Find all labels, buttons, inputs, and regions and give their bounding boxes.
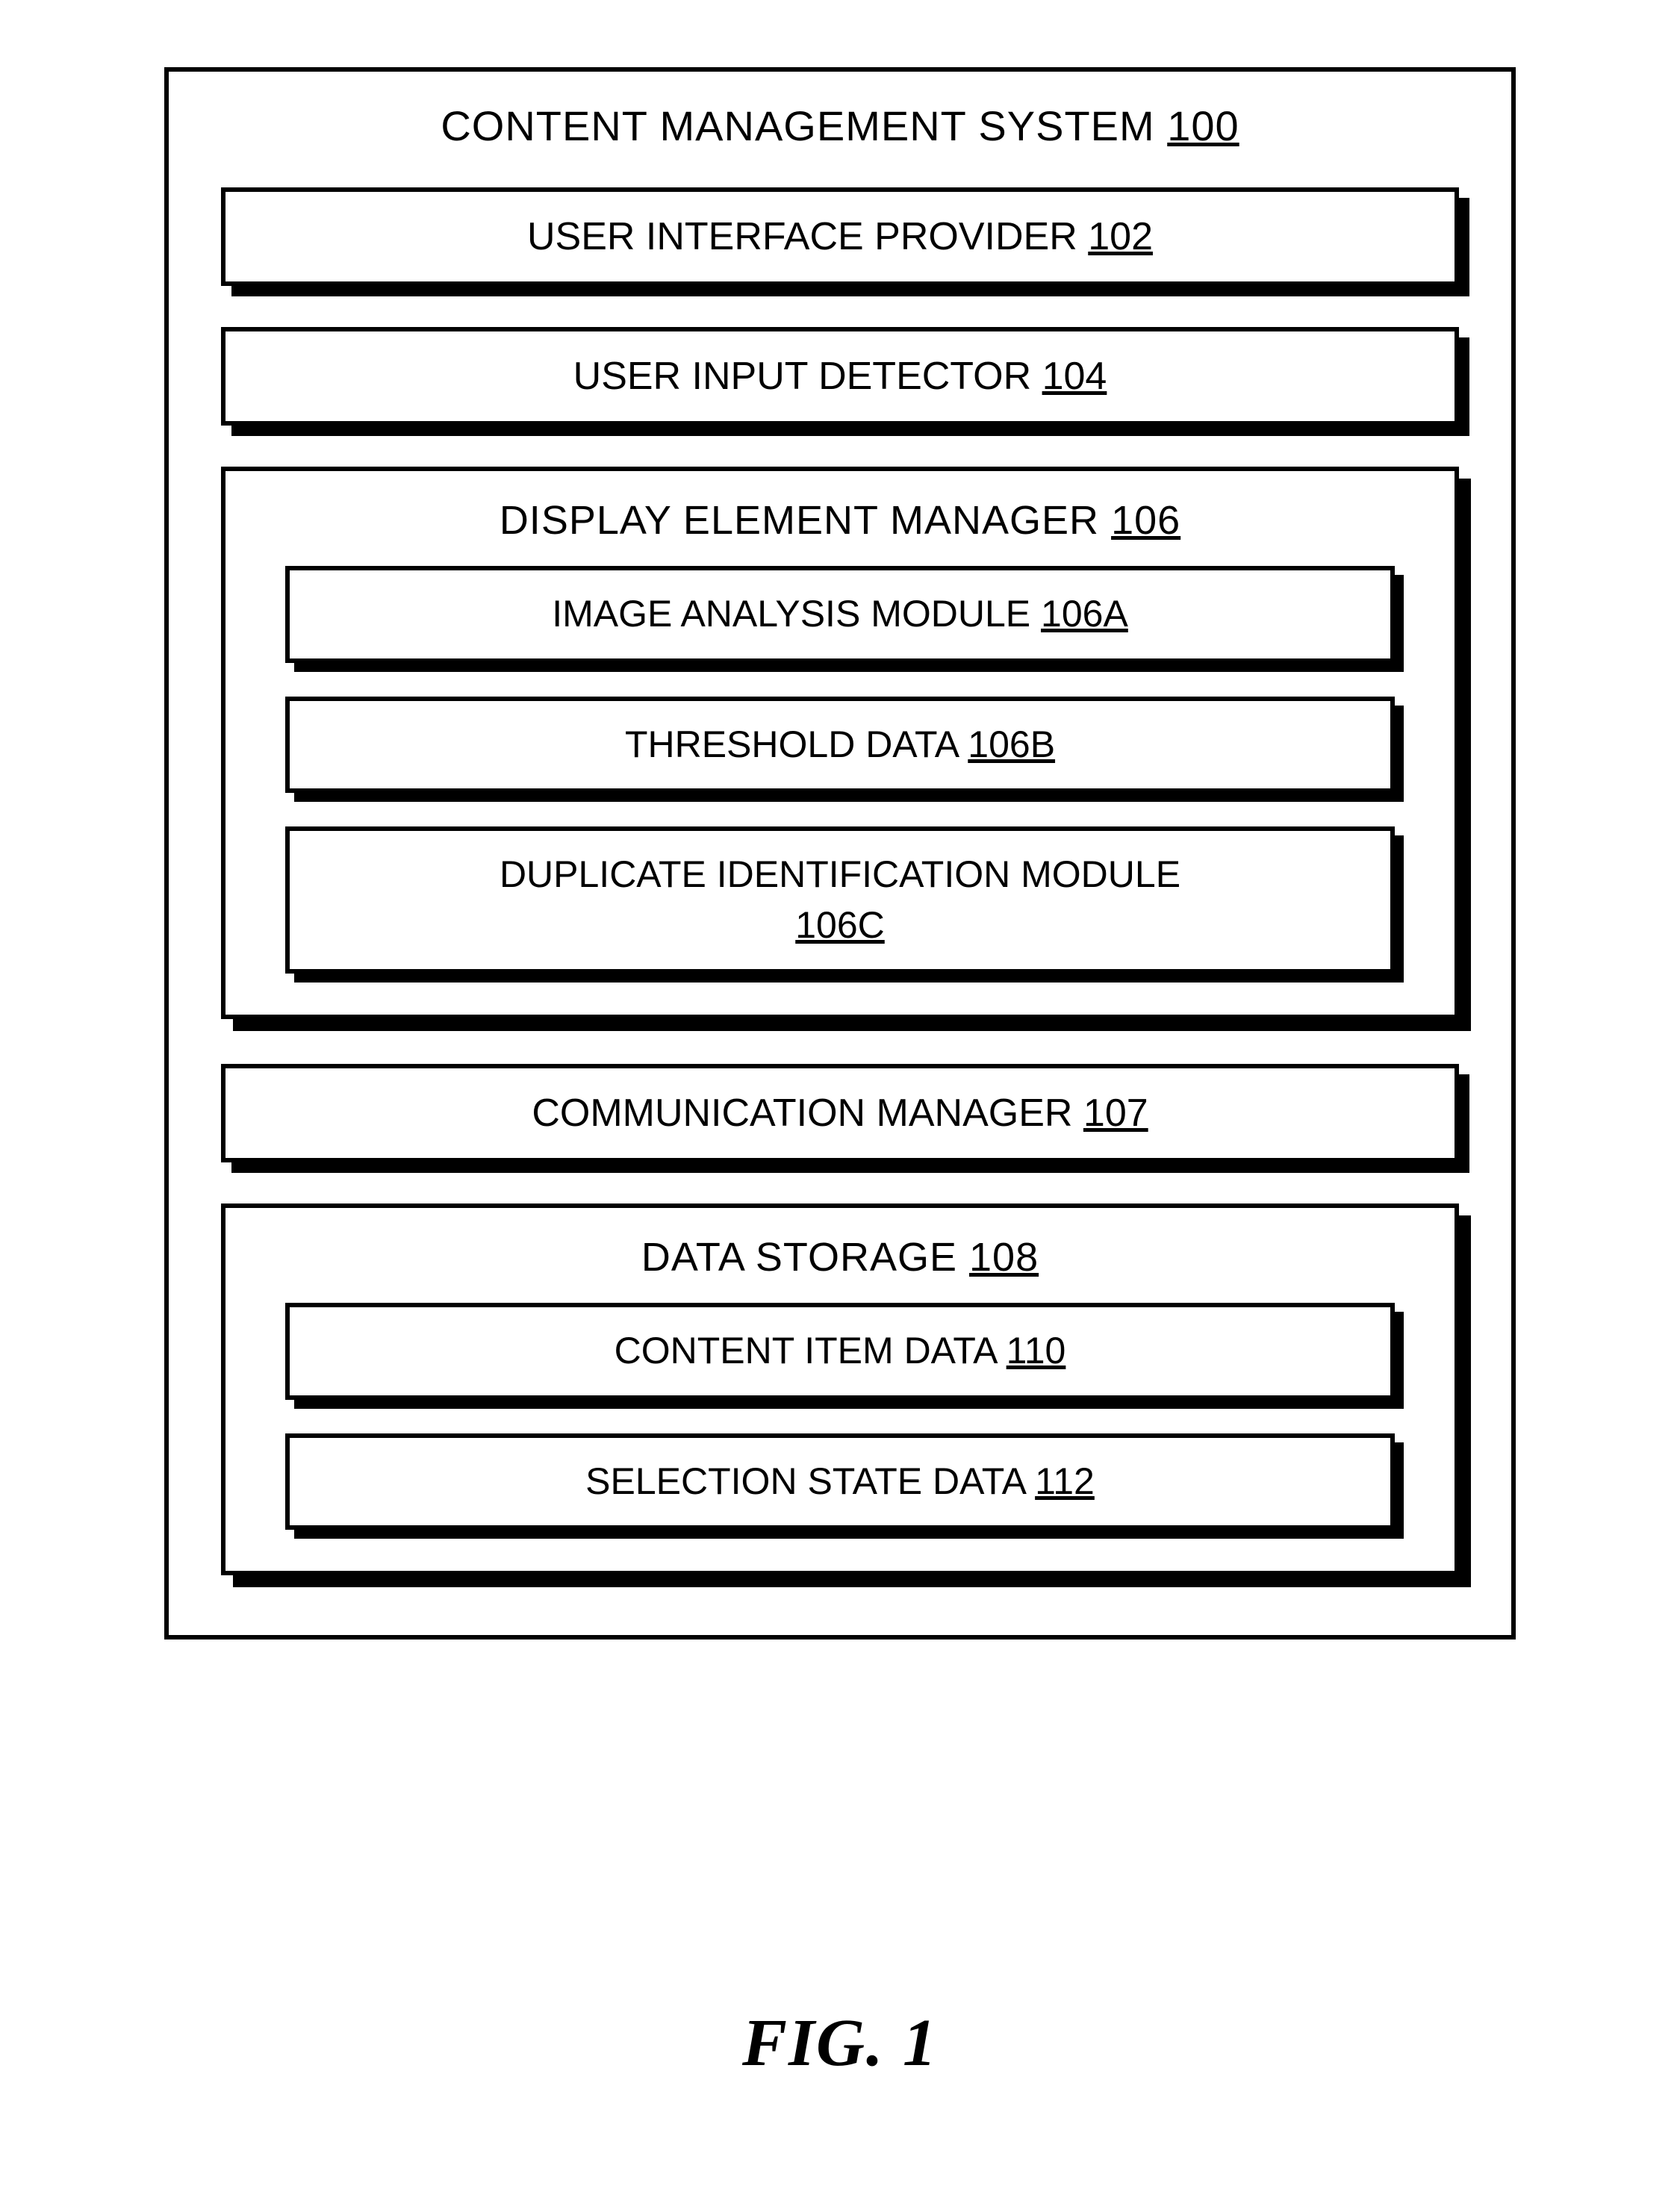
content-item-box: CONTENT ITEM DATA 110 — [285, 1303, 1395, 1400]
root-label: CONTENT MANAGEMENT SYSTEM — [441, 102, 1154, 149]
display-manager-label: DISPLAY ELEMENT MANAGER — [500, 498, 1099, 543]
content-item-label: CONTENT ITEM DATA — [615, 1330, 996, 1371]
display-manager-group: DISPLAY ELEMENT MANAGER 106 IMAGE ANALYS… — [221, 467, 1459, 1019]
threshold-box: THRESHOLD DATA 106B — [285, 697, 1395, 794]
selection-state-ref: 112 — [1035, 1460, 1095, 1502]
dup-id-label: DUPLICATE IDENTIFICATION MODULE — [500, 853, 1180, 895]
dup-id-box: DUPLICATE IDENTIFICATION MODULE 106C — [285, 826, 1395, 974]
comm-manager-label: COMMUNICATION MANAGER — [532, 1092, 1072, 1135]
comm-manager-ref: 107 — [1083, 1092, 1148, 1135]
image-analysis-label: IMAGE ANALYSIS MODULE — [552, 593, 1030, 635]
input-detector-label: USER INPUT DETECTOR — [573, 355, 1032, 398]
root-box: CONTENT MANAGEMENT SYSTEM 100 USER INTER… — [164, 67, 1516, 1640]
image-analysis-box: IMAGE ANALYSIS MODULE 106A — [285, 566, 1395, 663]
root-ref: 100 — [1167, 102, 1239, 149]
comm-manager-box: COMMUNICATION MANAGER 107 — [221, 1064, 1459, 1162]
content-item-ref: 110 — [1007, 1330, 1066, 1371]
ui-provider-box: USER INTERFACE PROVIDER 102 — [221, 187, 1459, 286]
threshold-ref: 106B — [968, 723, 1055, 765]
image-analysis-ref: 106A — [1041, 593, 1128, 635]
input-detector-ref: 104 — [1042, 355, 1107, 398]
selection-state-label: SELECTION STATE DATA — [585, 1460, 1024, 1502]
ui-provider-ref: 102 — [1088, 215, 1153, 258]
display-manager-title: DISPLAY ELEMENT MANAGER 106 — [285, 497, 1395, 544]
dup-id-ref: 106C — [795, 904, 885, 946]
display-manager-ref: 106 — [1111, 498, 1180, 543]
selection-state-box: SELECTION STATE DATA 112 — [285, 1433, 1395, 1530]
ui-provider-label: USER INTERFACE PROVIDER — [527, 215, 1077, 258]
data-storage-group: DATA STORAGE 108 CONTENT ITEM DATA 110 S… — [221, 1203, 1459, 1575]
data-storage-ref: 108 — [969, 1235, 1039, 1280]
data-storage-label: DATA STORAGE — [641, 1235, 957, 1280]
threshold-label: THRESHOLD DATA — [625, 723, 957, 765]
data-storage-title: DATA STORAGE 108 — [285, 1234, 1395, 1280]
figure-page: CONTENT MANAGEMENT SYSTEM 100 USER INTER… — [0, 0, 1680, 1640]
figure-label: FIG. 1 — [0, 2005, 1680, 2081]
input-detector-box: USER INPUT DETECTOR 104 — [221, 327, 1459, 426]
root-title: CONTENT MANAGEMENT SYSTEM 100 — [221, 102, 1459, 150]
